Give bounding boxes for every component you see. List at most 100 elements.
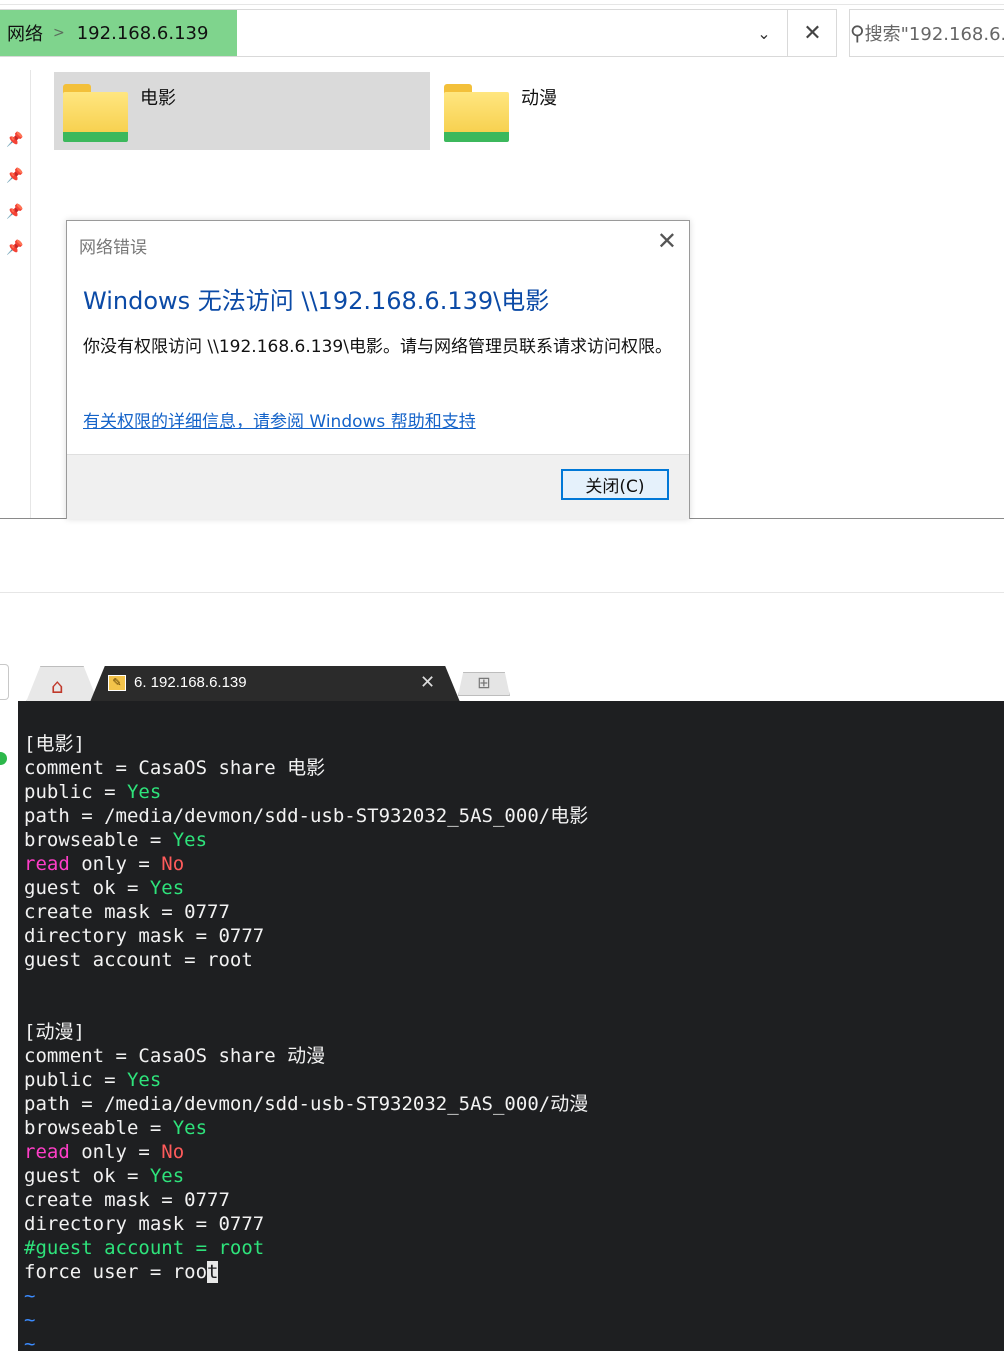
terminal-text: Yes <box>149 1165 185 1187</box>
terminal-text: comment = CasaOS share 动漫 <box>24 1045 326 1067</box>
terminal-text: path = /media/devmon/sdd-usb-ST932032_5A… <box>24 805 589 827</box>
close-button[interactable]: 关闭(C) <box>561 469 669 500</box>
navigation-pane-divider <box>30 70 31 518</box>
dialog-message: 你没有权限访问 \\192.168.6.139\电影。请与网络管理员联系请求访问… <box>83 337 672 357</box>
chevron-right-icon[interactable]: > <box>43 25 77 41</box>
terminal-line: #guest account = root <box>24 1236 264 1260</box>
network-error-dialog: 网络错误 ✕ Windows 无法访问 \\192.168.6.139\电影 你… <box>66 220 690 519</box>
terminal-text: directory mask = 0777 <box>24 1213 265 1235</box>
terminal-line: browseable = Yes <box>24 828 207 852</box>
terminal-line: path = /media/devmon/sdd-usb-ST932032_5A… <box>24 804 588 828</box>
terminal-text: guest ok = <box>24 1165 150 1187</box>
divider <box>0 592 1004 593</box>
terminal-text: [电影] <box>24 733 85 755</box>
new-tab-button[interactable]: ⊞ <box>458 672 510 696</box>
text-cursor: t <box>207 1261 219 1283</box>
address-bar[interactable]: 网络 > 192.168.6.139 ⌄ ✕ <box>0 9 837 57</box>
terminal-text: public = <box>24 1069 127 1091</box>
terminal-text: No <box>161 853 185 875</box>
terminal-line: read only = No <box>24 852 184 876</box>
tab-session[interactable]: ✎ 6. 192.168.6.139 ✕ <box>90 666 460 702</box>
folder-item-anime[interactable]: 动漫 <box>435 72 811 150</box>
terminal-text: No <box>161 1141 185 1163</box>
terminal-line: ~ <box>24 1284 35 1308</box>
pin-icon[interactable]: 📌 <box>6 240 24 258</box>
folder-label: 电影 <box>140 88 176 109</box>
terminal-text: [动漫] <box>24 1021 85 1043</box>
terminal-line: public = Yes <box>24 780 161 804</box>
terminal-text: Yes <box>126 1069 162 1091</box>
terminal-text: read <box>24 1141 70 1163</box>
terminal-text: read <box>24 853 70 875</box>
terminal-text: browseable = <box>24 1117 173 1139</box>
terminal-line: public = Yes <box>24 1068 161 1092</box>
tab-label: 6. 192.168.6.139 <box>134 674 247 691</box>
terminal-line: guest ok = Yes <box>24 876 184 900</box>
folder-icon <box>444 84 509 142</box>
terminal-text: Yes <box>172 1117 208 1139</box>
terminal-line: path = /media/devmon/sdd-usb-ST932032_5A… <box>24 1092 588 1116</box>
terminal-line: create mask = 0777 <box>24 1188 230 1212</box>
terminal-text: ~ <box>24 1285 36 1307</box>
terminal-line: directory mask = 0777 <box>24 1212 264 1236</box>
terminal-line: ~ <box>24 1308 35 1332</box>
status-indicator <box>0 752 7 765</box>
dialog-heading: Windows 无法访问 \\192.168.6.139\电影 <box>83 287 550 315</box>
key-icon: ✎ <box>108 675 126 691</box>
terminal-text: create mask = 0777 <box>24 901 230 923</box>
terminal-text: Yes <box>172 829 208 851</box>
terminal-text: ~ <box>24 1333 36 1351</box>
terminal-text: guest account = root <box>24 949 253 971</box>
breadcrumb-network[interactable]: 网络 <box>0 20 43 46</box>
terminal-text: only = <box>69 853 162 875</box>
terminal-line: guest account = root <box>24 948 253 972</box>
chevron-down-icon[interactable]: ⌄ <box>742 10 786 56</box>
folder-label: 动漫 <box>521 88 557 109</box>
search-placeholder: 搜索"192.168.6.139" <box>864 24 1004 45</box>
terminal-text: only = <box>69 1141 162 1163</box>
terminal-line: [电影] <box>24 732 85 756</box>
terminal-text: comment = CasaOS share 电影 <box>24 757 326 779</box>
terminal-text: path = /media/devmon/sdd-usb-ST932032_5A… <box>24 1093 589 1115</box>
terminal-text: ~ <box>24 1309 36 1331</box>
terminal-line: comment = CasaOS share 动漫 <box>24 1044 325 1068</box>
terminal-line: ~ <box>24 1332 35 1351</box>
terminal-text: #guest account = root <box>24 1237 265 1259</box>
pin-icon[interactable]: 📌 <box>6 168 24 186</box>
breadcrumb-host[interactable]: 192.168.6.139 <box>77 23 209 44</box>
pin-icon[interactable]: 📌 <box>6 132 24 150</box>
terminal-text: create mask = 0777 <box>24 1189 230 1211</box>
folder-item-movies[interactable]: 电影 <box>54 72 430 150</box>
terminal-text: public = <box>24 781 127 803</box>
terminal-line: directory mask = 0777 <box>24 924 264 948</box>
terminal-text: Yes <box>126 781 162 803</box>
dialog-footer: 关闭(C) <box>67 454 689 519</box>
terminal-output[interactable]: [电影] comment = CasaOS share 电影 public = Ye… <box>18 701 1004 1351</box>
terminal-line: create mask = 0777 <box>24 900 230 924</box>
breadcrumb: 网络 > 192.168.6.139 <box>0 10 237 56</box>
terminal-line: force user = root <box>24 1260 219 1284</box>
dialog-title: 网络错误 <box>79 238 147 258</box>
window-frame <box>0 664 9 700</box>
home-icon: ⌂ <box>51 674 64 698</box>
terminal-line: read only = No <box>24 1140 184 1164</box>
terminal-line: browseable = Yes <box>24 1116 207 1140</box>
close-icon[interactable]: ✕ <box>420 672 435 693</box>
close-icon[interactable]: ✕ <box>657 229 677 253</box>
search-icon: ⚲ <box>850 21 865 45</box>
tab-home[interactable]: ⌂ <box>26 666 98 702</box>
terminal-text: directory mask = 0777 <box>24 925 265 947</box>
help-link[interactable]: 有关权限的详细信息，请参阅 Windows 帮助和支持 <box>83 407 476 432</box>
terminal-line: guest ok = Yes <box>24 1164 184 1188</box>
terminal-text: guest ok = <box>24 877 150 899</box>
terminal-line: comment = CasaOS share 电影 <box>24 756 325 780</box>
terminal-text: browseable = <box>24 829 173 851</box>
close-icon[interactable]: ✕ <box>787 10 837 56</box>
terminal-text: Yes <box>149 877 185 899</box>
folder-icon <box>63 84 128 142</box>
search-input[interactable]: ⚲ 搜索"192.168.6.139" <box>849 9 1004 57</box>
top-divider <box>0 4 1004 5</box>
pin-icon[interactable]: 📌 <box>6 204 24 222</box>
terminal-text: force user = roo <box>24 1261 208 1283</box>
terminal-line: [动漫] <box>24 1020 85 1044</box>
